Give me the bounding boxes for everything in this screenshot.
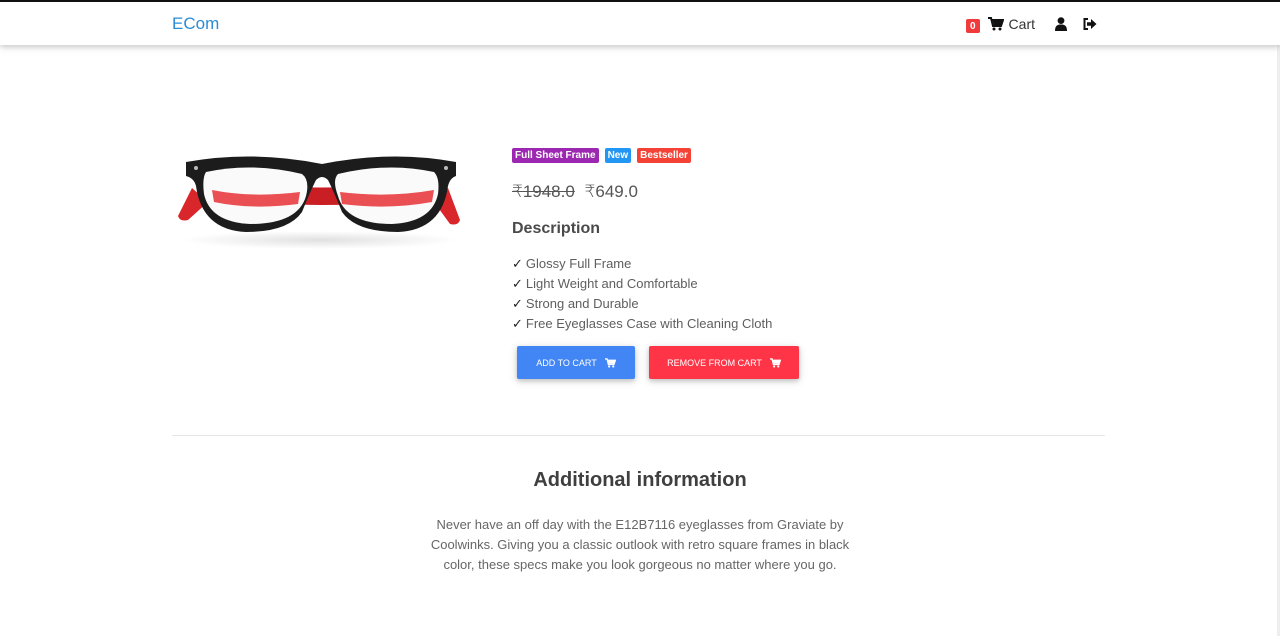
cart-icon xyxy=(987,17,1004,31)
action-buttons: ADD TO CART REMOVE FROM CART xyxy=(517,346,1072,379)
feature-text: Glossy Full Frame xyxy=(525,256,632,271)
add-to-cart-label: ADD TO CART xyxy=(536,357,597,368)
navbar: ECom 0 Cart xyxy=(0,0,1280,45)
product-details: Full Sheet Frame New Bestseller ₹1948.0 … xyxy=(512,148,1072,379)
additional-info-text: Never have an off day with the E12B7116 … xyxy=(430,517,850,572)
list-item: ✓ Free Eyeglasses Case with Cleaning Clot… xyxy=(512,314,1072,334)
cart-link[interactable]: Cart xyxy=(987,16,1035,32)
old-price: ₹1948.0 xyxy=(512,182,575,201)
badge-list: Full Sheet Frame New Bestseller xyxy=(512,148,1072,163)
product-image xyxy=(172,140,468,250)
cart-icon xyxy=(604,357,616,368)
check-icon: ✓ xyxy=(512,256,523,271)
feature-list: ✓ Glossy Full Frame ✓ Light Weight and Com… xyxy=(512,254,1072,334)
brand-link[interactable]: ECom xyxy=(172,14,219,34)
current-price: ₹649.0 xyxy=(584,182,638,201)
add-to-cart-button[interactable]: ADD TO CART xyxy=(517,346,635,379)
badge-bestseller: Bestseller xyxy=(637,148,691,163)
cart-count-badge: 0 xyxy=(965,19,980,33)
badge-frame-type: Full Sheet Frame xyxy=(512,148,599,163)
description-title: Description xyxy=(512,220,601,237)
check-icon: ✓ xyxy=(512,276,523,291)
price-block: ₹1948.0 ₹649.0 xyxy=(512,182,1072,202)
user-icon[interactable] xyxy=(1055,17,1067,31)
badge-new: New xyxy=(604,148,632,163)
feature-text: Light Weight and Comfortable xyxy=(525,276,698,291)
cart-label: Cart xyxy=(1008,16,1035,32)
sign-out-icon[interactable] xyxy=(1083,18,1097,30)
remove-from-cart-label: REMOVE FROM CART xyxy=(667,357,762,368)
cart-icon xyxy=(769,357,781,368)
check-icon: ✓ xyxy=(512,316,523,331)
remove-from-cart-button[interactable]: REMOVE FROM CART xyxy=(649,346,799,379)
check-icon: ✓ xyxy=(512,296,523,311)
list-item: ✓ Light Weight and Comfortable xyxy=(512,274,1072,294)
feature-text: Free Eyeglasses Case with Cleaning Cloth xyxy=(525,316,773,331)
additional-info-title: Additional information xyxy=(533,469,747,491)
list-item: ✓ Glossy Full Frame xyxy=(512,254,1072,274)
feature-text: Strong and Durable xyxy=(525,296,639,311)
section-divider xyxy=(172,435,1105,436)
list-item: ✓ Strong and Durable xyxy=(512,294,1072,314)
nav-actions: 0 Cart xyxy=(965,13,1097,35)
